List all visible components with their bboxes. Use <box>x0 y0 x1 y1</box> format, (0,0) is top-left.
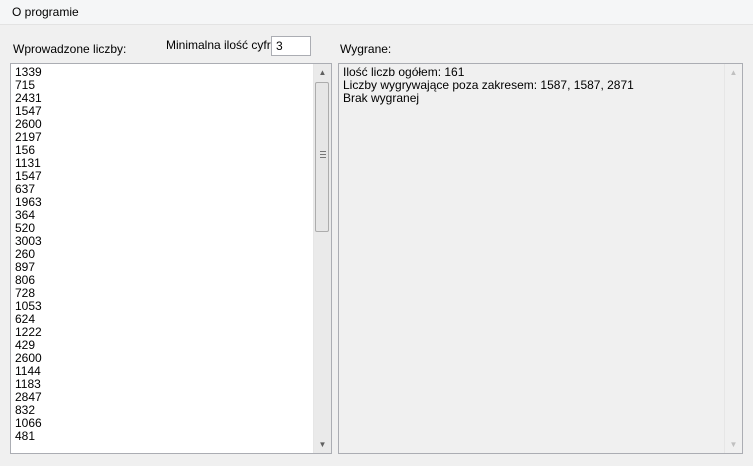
min-digits-label: Minimalna ilość cyfr:: <box>166 38 278 52</box>
number-line: 481 <box>15 429 36 443</box>
scroll-up-arrow-icon[interactable]: ▲ <box>314 64 331 81</box>
number-line: 364 <box>15 208 36 222</box>
number-line: 1066 <box>15 416 42 430</box>
number-line: 1053 <box>15 299 42 313</box>
number-line: 429 <box>15 338 36 352</box>
number-line: 2600 <box>15 351 42 365</box>
number-line: 897 <box>15 260 36 274</box>
scroll-down-arrow-icon[interactable]: ▼ <box>725 436 742 453</box>
number-line: 1144 <box>15 364 41 378</box>
min-digits-input[interactable]: 3 <box>271 36 311 56</box>
number-line: 1963 <box>15 195 42 209</box>
grip-icon <box>320 151 326 158</box>
number-line: 2197 <box>15 130 42 144</box>
number-line: 728 <box>15 286 36 300</box>
menu-item-about[interactable]: O programie <box>6 0 85 24</box>
wins-label: Wygrane: <box>340 42 392 56</box>
number-line: 260 <box>15 247 36 261</box>
number-line: 637 <box>15 182 36 196</box>
results-scrollbar[interactable]: ▲ ▼ <box>724 64 742 453</box>
scrollbar-thumb[interactable] <box>315 82 329 232</box>
numbers-list: 1339 715 2431 1547 2600 2197 156 1131 1547 637 196… <box>15 66 313 451</box>
number-line: 3003 <box>15 234 42 248</box>
entered-numbers-label: Wprowadzone liczby: <box>13 42 127 56</box>
number-line: 1547 <box>15 169 42 183</box>
numbers-scrollbar[interactable]: ▲ ▼ <box>313 64 331 453</box>
number-line: 715 <box>15 78 36 92</box>
number-line: 1339 <box>15 66 42 79</box>
number-line: 2847 <box>15 390 42 404</box>
scroll-up-arrow-icon[interactable]: ▲ <box>725 64 742 81</box>
number-line: 624 <box>15 312 36 326</box>
results-textbox[interactable]: Ilość liczb ogółem: 161 Liczby wygrywając… <box>338 63 743 454</box>
number-line: 2600 <box>15 117 42 131</box>
number-line: 2431 <box>15 91 42 105</box>
menu-bar: O programie <box>0 0 753 25</box>
number-line: 156 <box>15 143 36 157</box>
number-line: 832 <box>15 403 36 417</box>
result-line: Brak wygranej <box>343 91 420 105</box>
number-line: 1222 <box>15 325 42 339</box>
number-line: 520 <box>15 221 36 235</box>
numbers-textbox[interactable]: 1339 715 2431 1547 2600 2197 156 1131 1547 637 196… <box>10 63 332 454</box>
number-line: 1131 <box>15 156 41 170</box>
number-line: 1183 <box>15 377 41 391</box>
scroll-down-arrow-icon[interactable]: ▼ <box>314 436 331 453</box>
number-line: 1547 <box>15 104 42 118</box>
number-line: 806 <box>15 273 36 287</box>
results-list: Ilość liczb ogółem: 161 Liczby wygrywając… <box>343 66 724 451</box>
